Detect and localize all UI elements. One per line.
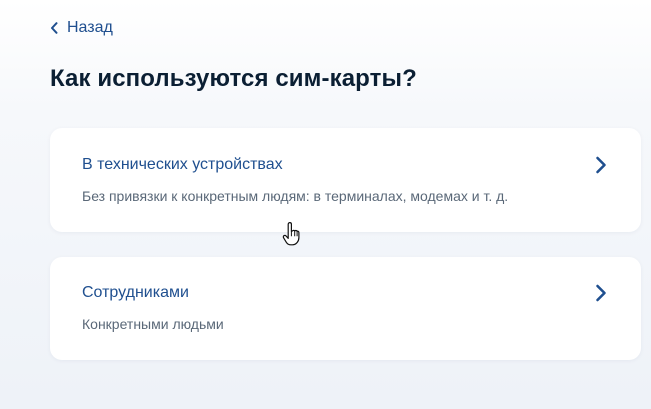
option-title: Сотрудниками <box>82 284 189 301</box>
option-description: Без привязки к конкретным людям: в терми… <box>82 188 509 204</box>
chevron-right-icon <box>596 156 606 174</box>
option-title: В технических устройствах <box>82 156 283 173</box>
page: Назад Как используются сим-карты? В техн… <box>0 0 651 409</box>
option-card-devices[interactable]: В технических устройствах Без привязки к… <box>50 128 641 232</box>
option-description: Конкретными людьми <box>82 316 224 332</box>
back-link[interactable]: Назад <box>50 18 113 38</box>
back-link-label: Назад <box>67 19 113 36</box>
chevron-right-icon <box>596 284 606 302</box>
chevron-left-icon <box>51 22 58 34</box>
option-card-employees[interactable]: Сотрудниками Конкретными людьми <box>50 257 641 360</box>
page-title: Как используются сим-карты? <box>50 65 417 92</box>
